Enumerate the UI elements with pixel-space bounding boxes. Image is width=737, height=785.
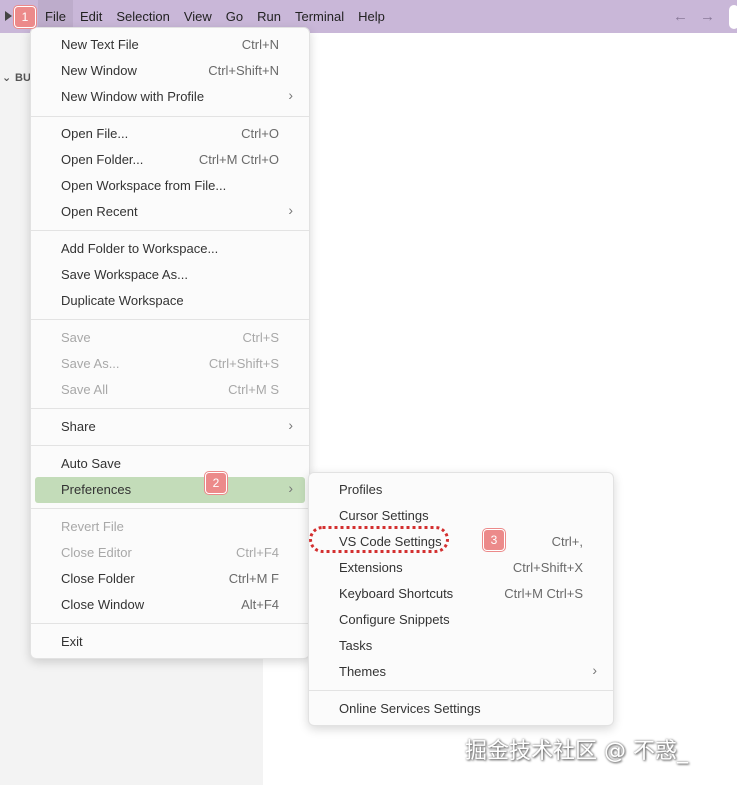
menu-separator <box>31 116 309 117</box>
menu-item-open-workspace[interactable]: Open Workspace from File... <box>35 173 305 199</box>
menu-item-save[interactable]: Save Ctrl+S <box>35 325 305 351</box>
highlight-outline <box>309 526 449 553</box>
menu-separator <box>309 690 613 691</box>
menu-item-label: Open Folder... <box>61 152 144 167</box>
menu-item-label: Tasks <box>339 638 373 653</box>
chevron-right-icon: › <box>288 87 293 103</box>
step-badge-2: 2 <box>205 472 227 494</box>
menu-item-label: Close Editor <box>61 545 132 560</box>
menu-item-shortcut: Ctrl+Shift+X <box>512 560 583 575</box>
menu-item-shortcut: Ctrl+O <box>241 126 279 141</box>
menu-separator <box>31 230 309 231</box>
menu-item-open-recent[interactable]: Open Recent › <box>35 199 305 225</box>
chevron-right-icon: › <box>288 480 293 496</box>
menu-item-label: Online Services Settings <box>339 701 481 716</box>
menu-separator <box>31 408 309 409</box>
preferences-submenu: Profiles Cursor Settings VS Code Setting… <box>308 472 614 726</box>
menu-separator <box>31 445 309 446</box>
command-center-edge[interactable] <box>729 5 737 29</box>
menu-item-auto-save[interactable]: Auto Save <box>35 451 305 477</box>
menu-item-label: Close Folder <box>61 571 135 586</box>
menu-item-tasks[interactable]: Tasks <box>313 633 609 659</box>
menu-item-label: Add Folder to Workspace... <box>61 241 219 256</box>
menu-item-shortcut: Alt+F4 <box>241 597 279 612</box>
menu-item-label: Open Workspace from File... <box>61 178 227 193</box>
menu-item-label: Close Window <box>61 597 145 612</box>
menu-item-label: Preferences <box>61 482 132 497</box>
menu-item-shortcut: Ctrl+, <box>551 534 583 549</box>
chevron-right-icon: › <box>592 662 597 678</box>
menu-item-label: Save All <box>61 382 108 397</box>
forward-arrow-icon[interactable]: → <box>700 8 715 25</box>
menu-item-label: Open File... <box>61 126 129 141</box>
menu-separator <box>31 319 309 320</box>
menu-item-shortcut: Ctrl+F4 <box>236 545 279 560</box>
menu-item-label: New Text File <box>61 37 139 52</box>
menu-item-label: Extensions <box>339 560 403 575</box>
sidebar-section-label: BU <box>15 72 31 84</box>
back-arrow-icon[interactable]: ← <box>673 8 688 25</box>
menu-item-preferences[interactable]: Preferences › <box>35 477 305 503</box>
menu-item-label: Save Workspace As... <box>61 267 188 282</box>
menu-item-new-text-file[interactable]: New Text File Ctrl+N <box>35 32 305 58</box>
menu-item-shortcut: Ctrl+Shift+N <box>208 63 279 78</box>
menu-item-close-window[interactable]: Close Window Alt+F4 <box>35 592 305 618</box>
menu-item-shortcut: Ctrl+N <box>241 37 279 52</box>
menu-item-shortcut: Ctrl+Shift+S <box>208 356 279 371</box>
menu-item-shortcut: Ctrl+M F <box>228 571 279 586</box>
menu-item-open-file[interactable]: Open File... Ctrl+O <box>35 121 305 147</box>
watermark: 掘金技术社区 @ 不惑_ <box>465 739 688 764</box>
menu-item-label: Open Recent <box>61 204 138 219</box>
menu-item-configure-snippets[interactable]: Configure Snippets <box>313 607 609 633</box>
menu-item-label: Share <box>61 419 96 434</box>
menu-item-shortcut: Ctrl+M Ctrl+O <box>198 152 279 167</box>
history-navigation: ← → <box>673 8 715 25</box>
menu-item-new-window[interactable]: New Window Ctrl+Shift+N <box>35 58 305 84</box>
menu-item-label: Duplicate Workspace <box>61 293 184 308</box>
menu-item-label: Cursor Settings <box>339 508 429 523</box>
menu-help[interactable]: Help <box>351 0 392 33</box>
step-badge-3: 3 <box>483 529 505 551</box>
menu-item-add-folder-to-workspace[interactable]: Add Folder to Workspace... <box>35 236 305 262</box>
menu-item-keyboard-shortcuts[interactable]: Keyboard Shortcuts Ctrl+M Ctrl+S <box>313 581 609 607</box>
menu-item-save-all[interactable]: Save All Ctrl+M S <box>35 377 305 403</box>
menu-item-label: Save As... <box>61 356 120 371</box>
menu-item-label: Revert File <box>61 519 124 534</box>
menu-item-open-folder[interactable]: Open Folder... Ctrl+M Ctrl+O <box>35 147 305 173</box>
menu-item-close-editor[interactable]: Close Editor Ctrl+F4 <box>35 540 305 566</box>
menu-item-label: Configure Snippets <box>339 612 450 627</box>
menu-item-shortcut: Ctrl+S <box>242 330 279 345</box>
menu-item-label: Keyboard Shortcuts <box>339 586 454 601</box>
menu-item-shortcut: Ctrl+M Ctrl+S <box>504 586 583 601</box>
step-badge-1: 1 <box>14 6 36 28</box>
chevron-right-icon: › <box>288 202 293 218</box>
menu-item-new-window-with-profile[interactable]: New Window with Profile › <box>35 84 305 110</box>
menu-item-label: Profiles <box>339 482 383 497</box>
menu-item-close-folder[interactable]: Close Folder Ctrl+M F <box>35 566 305 592</box>
menu-item-label: New Window <box>61 63 137 78</box>
menu-item-shortcut: Ctrl+M S <box>228 382 279 397</box>
menu-item-save-as[interactable]: Save As... Ctrl+Shift+S <box>35 351 305 377</box>
menu-item-profiles[interactable]: Profiles <box>313 477 609 503</box>
menu-item-revert-file[interactable]: Revert File <box>35 514 305 540</box>
menu-item-online-services-settings[interactable]: Online Services Settings <box>313 696 609 722</box>
menu-item-extensions[interactable]: Extensions Ctrl+Shift+X <box>313 555 609 581</box>
menu-item-duplicate-workspace[interactable]: Duplicate Workspace <box>35 288 305 314</box>
app-menu-icon[interactable] <box>5 11 12 21</box>
menu-item-label: New Window with Profile <box>61 89 205 104</box>
chevron-down-icon: ⌄ <box>2 72 12 84</box>
menu-item-save-workspace-as[interactable]: Save Workspace As... <box>35 262 305 288</box>
menu-item-exit[interactable]: Exit <box>35 629 305 655</box>
menu-separator <box>31 623 309 624</box>
chevron-right-icon: › <box>288 417 293 433</box>
menu-item-share[interactable]: Share › <box>35 414 305 440</box>
menu-item-label: Themes <box>339 664 386 679</box>
menu-item-themes[interactable]: Themes › <box>313 659 609 685</box>
menu-item-label: Exit <box>61 634 83 649</box>
file-menu: New Text File Ctrl+N New Window Ctrl+Shi… <box>30 27 310 659</box>
menu-item-label: Save <box>61 330 91 345</box>
menu-item-label: Auto Save <box>61 456 121 471</box>
menu-separator <box>31 508 309 509</box>
